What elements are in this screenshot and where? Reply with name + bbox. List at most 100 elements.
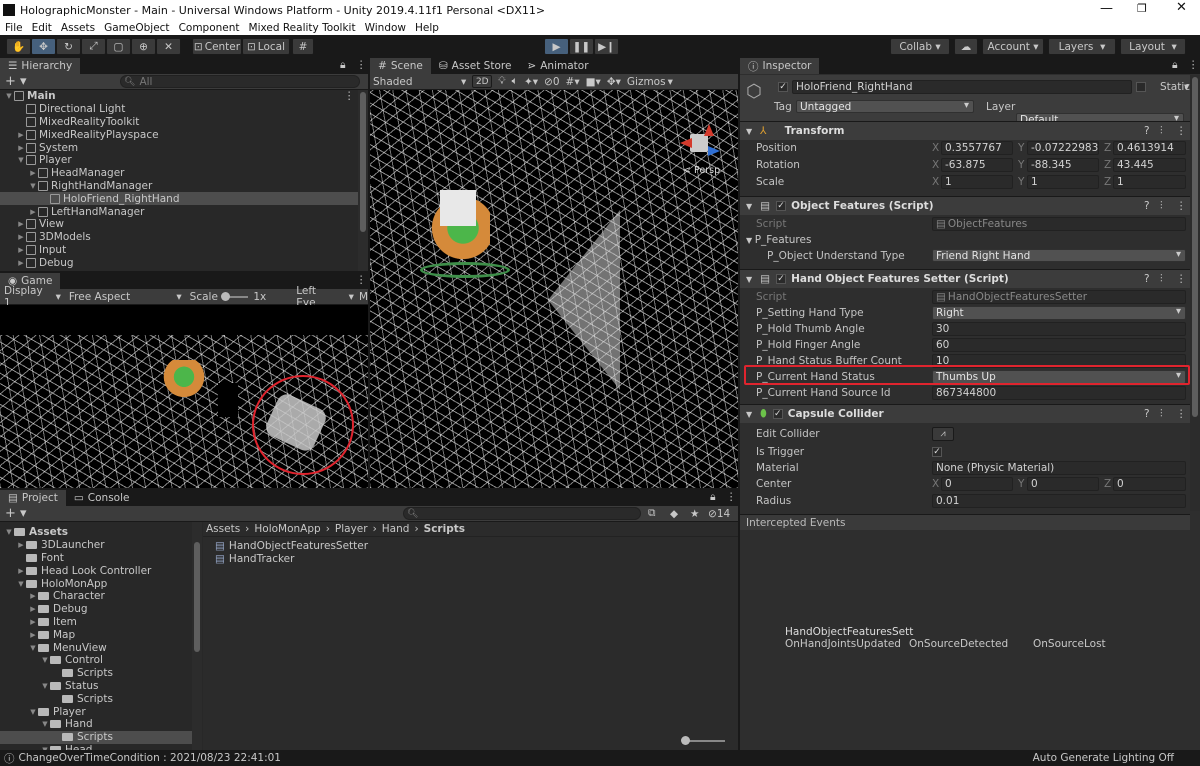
inspector-menu-icon[interactable]: ⋮ — [1188, 59, 1199, 71]
breadcrumb-item[interactable]: Scripts — [424, 523, 465, 535]
hierarchy-item[interactable]: ▶ 3DModels — [0, 231, 358, 244]
transform-y-field[interactable]: -88.345 — [1027, 158, 1099, 172]
menu-assets[interactable]: Assets — [61, 22, 95, 34]
file-item[interactable]: ▤ HandObjectFeaturesSetter — [215, 540, 738, 553]
layers-dropdown[interactable]: Layers ▾ — [1048, 38, 1116, 55]
component-menu-icon[interactable]: ⋮ — [1176, 200, 1187, 212]
menu-gameobject[interactable]: GameObject — [104, 22, 169, 34]
project-search-input[interactable]: 🔍︎ — [403, 507, 641, 520]
foldout-arrow-icon[interactable]: ▼ — [746, 275, 752, 284]
transform-z-field[interactable]: 0.4613914 — [1113, 141, 1186, 155]
folder-item[interactable]: ▼ Player — [0, 705, 192, 718]
center-z-field[interactable]: 0 — [1113, 477, 1186, 491]
folder-item[interactable]: ▶ Debug — [0, 603, 192, 616]
expanded-arrow-icon[interactable]: ▼ — [28, 708, 38, 716]
collapsed-arrow-icon[interactable]: ▶ — [16, 220, 26, 228]
filter-label-icon[interactable]: ◆ — [670, 508, 678, 520]
hierarchy-item[interactable]: ▶ LeftHandManager — [0, 205, 358, 218]
transform-x-field[interactable]: 1 — [941, 175, 1013, 189]
hierarchy-item[interactable]: ▶ MixedRealityPlayspace — [0, 128, 358, 141]
folder-item[interactable]: ▼ HoloMonApp — [0, 577, 192, 590]
hand-tool-icon[interactable]: ✋ — [6, 38, 31, 55]
folder-item[interactable]: Scripts — [0, 730, 192, 744]
menu-window[interactable]: Window — [365, 22, 406, 34]
transform-z-field[interactable]: 1 — [1113, 175, 1186, 189]
breadcrumb-item[interactable]: HoloMonApp — [254, 523, 320, 535]
scene-view-viewport[interactable]: < Persp — [370, 90, 738, 488]
edit-collider-button[interactable]: ⩘ — [932, 427, 954, 441]
menu-edit[interactable]: Edit — [32, 22, 52, 34]
file-item[interactable]: ▤ HandTracker — [215, 553, 738, 566]
folder-item[interactable]: ▶ Map — [0, 628, 192, 641]
center-y-field[interactable]: 0 — [1027, 477, 1099, 491]
object-features-header[interactable]: ▼ ▤ ✓ Object Features (Script) ? ⫶ ⋮ — [740, 196, 1190, 215]
hierarchy-item[interactable]: HoloFriend_RightHand — [0, 192, 358, 206]
hand-setter-enabled-checkbox[interactable]: ✓ — [776, 274, 787, 284]
hierarchy-item[interactable]: ▶ System — [0, 141, 358, 154]
collapsed-arrow-icon[interactable]: ▶ — [16, 246, 26, 254]
collapsed-arrow-icon[interactable]: ▶ — [28, 592, 38, 600]
tab-asset-store[interactable]: ⛁ Asset Store — [431, 58, 520, 74]
transform-tool-icon[interactable]: ⊕ — [131, 38, 156, 55]
minimize-button[interactable]: — — [1100, 1, 1113, 16]
help-icon[interactable]: ? — [1144, 200, 1150, 212]
transform-x-field[interactable]: -63.875 — [941, 158, 1013, 172]
folder-item[interactable]: Scripts — [0, 692, 192, 705]
persp-label[interactable]: < Persp — [683, 165, 720, 176]
preset-icon[interactable]: ⫶ — [1160, 408, 1163, 421]
light-icon[interactable]: 💡︎ — [498, 75, 505, 88]
folder-item[interactable]: ▶ Item — [0, 616, 192, 629]
hand-setter-field[interactable]: 30 — [932, 322, 1186, 336]
breadcrumb-item[interactable]: Hand — [382, 523, 410, 535]
panel-menu-icon[interactable]: ⋮ — [356, 59, 367, 71]
help-icon[interactable]: ? — [1144, 125, 1150, 137]
center-x-field[interactable]: 0 — [941, 477, 1013, 491]
rect-tool-icon[interactable]: ▢ — [106, 38, 131, 55]
capsule-header[interactable]: ▼ ⬮ ✓ Capsule Collider ? ⫶ ⋮ — [740, 404, 1190, 423]
intercepted-events-header[interactable]: Intercepted Events — [740, 514, 1190, 530]
features-foldout-label[interactable]: ▼ P_Features — [746, 234, 811, 246]
transform-z-field[interactable]: 43.445 — [1113, 158, 1186, 172]
hierarchy-item[interactable]: MixedRealityToolkit — [0, 116, 358, 129]
hand-setter-field[interactable]: 867344800 — [932, 386, 1186, 400]
menu-component[interactable]: Component — [179, 22, 240, 34]
foldout-arrow-icon[interactable]: ▼ — [746, 127, 752, 136]
collab-button[interactable]: Collab ▾ — [890, 38, 950, 55]
transform-y-field[interactable]: -0.07222983 — [1027, 141, 1099, 155]
camera-icon[interactable]: ■▾ — [586, 76, 601, 88]
icon-size-thumb[interactable] — [681, 736, 690, 745]
tool-settings-icon[interactable]: ✥▾ — [607, 76, 621, 88]
collapsed-arrow-icon[interactable]: ▶ — [28, 631, 38, 639]
collapsed-arrow-icon[interactable]: ▶ — [16, 259, 26, 267]
lock-icon[interactable]: 🔒︎ — [340, 59, 346, 72]
pause-button[interactable]: ❚❚ — [569, 38, 594, 55]
folder-item[interactable]: ▶ Head Look Controller — [0, 564, 192, 577]
capsule-enabled-checkbox[interactable]: ✓ — [772, 409, 783, 419]
static-arrow-icon[interactable]: ▾ — [1184, 81, 1189, 93]
hand-setter-dropdown[interactable]: Right — [932, 306, 1186, 320]
collapsed-arrow-icon[interactable]: ▶ — [28, 618, 38, 626]
project-menu-icon[interactable]: ⋮ — [726, 491, 737, 503]
expanded-arrow-icon[interactable]: ▼ — [28, 644, 38, 652]
hierarchy-item[interactable]: ▶ View — [0, 218, 358, 231]
expanded-arrow-icon[interactable]: ▼ — [28, 182, 38, 190]
menu-mrtk[interactable]: Mixed Reality Toolkit — [249, 22, 356, 34]
folder-item[interactable]: Scripts — [0, 667, 192, 680]
expanded-arrow-icon[interactable]: ▼ — [40, 720, 50, 728]
project-create-button[interactable]: + ▾ — [5, 506, 27, 521]
collapsed-arrow-icon[interactable]: ▶ — [16, 144, 26, 152]
maximize-button[interactable]: ❐ — [1137, 2, 1147, 15]
scale-slider-thumb[interactable] — [220, 291, 230, 301]
folder-item[interactable]: ▶ 3DLauncher — [0, 539, 192, 552]
radius-field[interactable]: 0.01 — [932, 494, 1186, 508]
tab-console[interactable]: ▭ Console — [66, 490, 138, 506]
effects-icon[interactable]: ✦▾ — [524, 76, 538, 88]
hierarchy-scrollbar[interactable] — [358, 90, 368, 271]
rotate-tool-icon[interactable]: ↻ — [56, 38, 81, 55]
layout-dropdown[interactable]: Layout ▾ — [1120, 38, 1186, 55]
collapsed-arrow-icon[interactable]: ▶ — [16, 541, 26, 549]
folder-item[interactable]: ▼ Hand — [0, 718, 192, 731]
expanded-arrow-icon[interactable]: ▼ — [4, 528, 14, 536]
component-menu-icon[interactable]: ⋮ — [1176, 273, 1187, 285]
inspector-scrollbar[interactable] — [1190, 75, 1200, 511]
